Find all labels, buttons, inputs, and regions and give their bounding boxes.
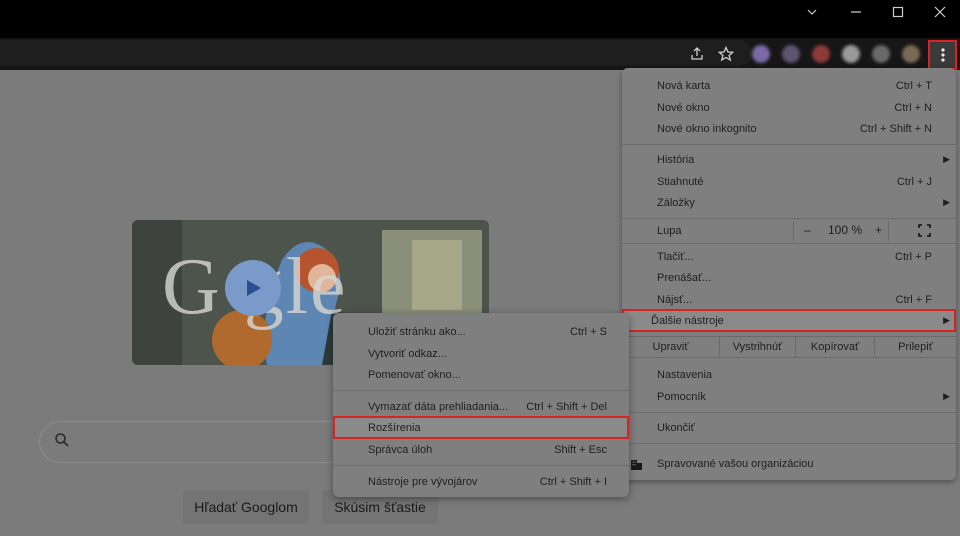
menu-item-label: Spravované vašou organizáciou	[657, 457, 814, 470]
cut-button[interactable]: Vystrihnúť	[719, 337, 795, 357]
edit-row: Upraviť Vystrihnúť Kopírovať Prilepiť	[622, 336, 956, 358]
menu-item-new-window[interactable]: Nové okno Ctrl + N	[622, 97, 956, 118]
menu-item-label: Pomocník	[657, 390, 706, 403]
zoom-in-button[interactable]: +	[875, 223, 882, 237]
menu-item-label: Ďalšie nástroje	[651, 314, 724, 327]
menu-divider	[333, 465, 629, 466]
menu-divider	[622, 357, 956, 358]
edit-button[interactable]: Upraviť	[622, 337, 719, 357]
menu-item-zoom: Lupa – 100 % +	[622, 220, 956, 242]
close-button[interactable]	[920, 0, 960, 24]
menu-item-label: História	[657, 153, 695, 166]
more-tools-submenu: Uložiť stránku ako... Ctrl + S Vytvoriť …	[333, 313, 629, 497]
menu-item-label: Nové okno	[657, 101, 710, 114]
menu-item-shortcut: Ctrl + F	[895, 293, 932, 306]
menu-item-label: Uložiť stránku ako...	[368, 325, 466, 338]
menu-item-shortcut: Ctrl + Shift + I	[539, 475, 607, 488]
fullscreen-icon[interactable]	[918, 224, 931, 240]
paste-button[interactable]: Prilepiť	[874, 337, 956, 357]
profile-avatar[interactable]	[902, 45, 920, 63]
submenu-item-task-manager[interactable]: Správca úloh Shift + Esc	[333, 439, 629, 460]
building-icon	[630, 457, 643, 473]
menu-divider	[622, 218, 956, 219]
menu-item-history[interactable]: História ▶	[622, 149, 956, 170]
menu-divider	[333, 390, 629, 391]
menu-divider	[622, 144, 956, 145]
menu-item-bookmarks[interactable]: Záložky ▶	[622, 192, 956, 213]
extension-icon[interactable]	[872, 45, 890, 63]
menu-item-shortcut: Ctrl + Shift + N	[859, 122, 932, 135]
menu-item-label: Nastavenia	[657, 368, 713, 381]
submenu-item-clear-data[interactable]: Vymazať dáta prehliadania... Ctrl + Shif…	[333, 396, 629, 417]
three-dots-vertical-icon	[940, 48, 945, 62]
chevron-right-icon: ▶	[943, 197, 950, 207]
minimize-icon[interactable]	[792, 0, 832, 24]
menu-item-find[interactable]: Nájsť... Ctrl + F	[622, 289, 956, 310]
menu-item-label: Tlačiť...	[657, 250, 694, 263]
menu-item-cast[interactable]: Prenášať...	[622, 267, 956, 288]
menu-item-managed[interactable]: Spravované vašou organizáciou	[622, 453, 956, 474]
copy-button[interactable]: Kopírovať	[795, 337, 874, 357]
menu-item-help[interactable]: Pomocník ▶	[622, 386, 956, 407]
maximize-button[interactable]	[878, 0, 918, 24]
menu-item-print[interactable]: Tlačiť... Ctrl + P	[622, 246, 956, 267]
chevron-right-icon: ▶	[943, 154, 950, 164]
chevron-right-icon: ▶	[943, 315, 950, 325]
menu-item-incognito[interactable]: Nové okno inkognito Ctrl + Shift + N	[622, 118, 956, 139]
submenu-item-save-page[interactable]: Uložiť stránku ako... Ctrl + S	[333, 321, 629, 342]
extension-icon[interactable]	[842, 45, 860, 63]
menu-item-settings[interactable]: Nastavenia	[622, 364, 956, 385]
menu-item-downloads[interactable]: Stiahnuté Ctrl + J	[622, 171, 956, 192]
address-bar[interactable]	[0, 40, 752, 66]
menu-item-label: Prenášať...	[657, 271, 712, 284]
menu-item-label: Nástroje pre vývojárov	[368, 475, 478, 488]
menu-item-label: Nová karta	[657, 79, 711, 92]
submenu-item-name-window[interactable]: Pomenovať okno...	[333, 364, 629, 385]
zoom-level: 100 %	[828, 223, 863, 237]
submenu-item-create-shortcut[interactable]: Vytvoriť odkaz...	[333, 343, 629, 364]
submenu-item-extensions[interactable]: Rozšírenia	[333, 416, 629, 439]
menu-divider	[622, 243, 956, 244]
zoom-out-button[interactable]: –	[804, 223, 811, 237]
menu-item-label: Lupa	[657, 225, 682, 237]
menu-item-label: Stiahnuté	[657, 175, 704, 188]
google-search-button[interactable]: Hľadať Googlom	[183, 490, 309, 524]
chrome-main-menu: Nová karta Ctrl + T Nové okno Ctrl + N N…	[622, 68, 956, 480]
menu-divider	[622, 412, 956, 413]
extension-icon[interactable]	[752, 45, 770, 63]
chevron-right-icon: ▶	[943, 391, 950, 401]
extension-icon[interactable]	[782, 45, 800, 63]
menu-item-label: Nájsť...	[657, 293, 693, 306]
menu-item-more-tools[interactable]: Ďalšie nástroje ▶	[622, 309, 956, 332]
menu-item-label: Záložky	[657, 196, 695, 209]
share-icon[interactable]	[686, 43, 708, 65]
menu-item-new-tab[interactable]: Nová karta Ctrl + T	[622, 75, 956, 96]
menu-item-shortcut: Ctrl + Shift + Del	[526, 400, 607, 413]
play-icon[interactable]	[225, 260, 281, 316]
menu-item-label: Vymazať dáta prehliadania...	[368, 400, 509, 413]
menu-item-label: Správca úloh	[368, 443, 433, 456]
search-icon	[54, 432, 70, 451]
menu-item-shortcut: Ctrl + P	[895, 250, 932, 263]
extension-icon[interactable]	[812, 45, 830, 63]
menu-item-shortcut: Ctrl + T	[895, 79, 932, 92]
menu-item-label: Ukončiť	[657, 421, 695, 434]
chrome-menu-button[interactable]	[928, 40, 957, 70]
menu-item-shortcut: Ctrl + J	[896, 175, 932, 188]
menu-item-label: Nové okno inkognito	[657, 122, 757, 135]
menu-item-label: Pomenovať okno...	[368, 368, 461, 381]
menu-item-exit[interactable]: Ukončiť	[622, 417, 956, 438]
menu-item-label: Rozšírenia	[368, 421, 421, 434]
submenu-item-dev-tools[interactable]: Nástroje pre vývojárov Ctrl + Shift + I	[333, 471, 629, 492]
bookmark-star-icon[interactable]	[715, 43, 737, 65]
minimize-button[interactable]	[836, 0, 876, 24]
menu-item-shortcut: Shift + Esc	[554, 443, 607, 456]
menu-item-label: Vytvoriť odkaz...	[368, 347, 447, 360]
menu-item-shortcut: Ctrl + N	[894, 101, 932, 114]
menu-item-shortcut: Ctrl + S	[570, 325, 607, 338]
menu-divider	[622, 443, 956, 444]
